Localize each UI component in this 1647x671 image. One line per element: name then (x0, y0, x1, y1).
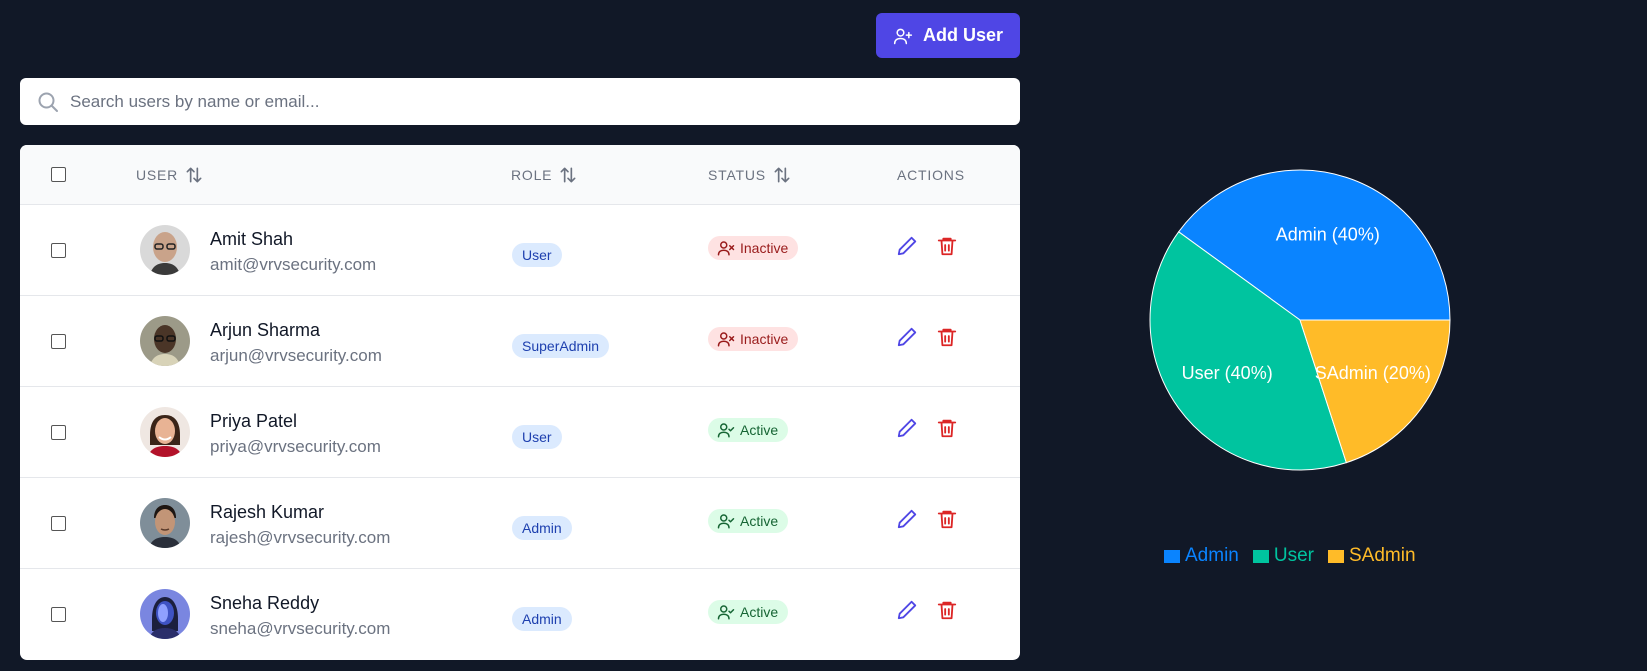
edit-icon[interactable] (896, 326, 918, 348)
user-email: arjun@vrvsecurity.com (210, 346, 382, 365)
user-check-icon (717, 605, 735, 620)
status-badge: Active (708, 418, 789, 442)
trash-icon[interactable] (936, 508, 958, 530)
row-checkbox[interactable] (51, 425, 66, 440)
row-checkbox[interactable] (51, 334, 66, 349)
table-row: Sneha Reddy sneha@vrvsecurity.com Admin … (20, 569, 1020, 660)
status-label: Inactive (740, 240, 789, 256)
legend-swatch (1164, 549, 1180, 563)
role-badge: Admin (512, 516, 572, 540)
add-user-label: Add User (922, 25, 1003, 45)
edit-icon[interactable] (896, 417, 918, 439)
row-checkbox[interactable] (51, 243, 66, 258)
edit-icon[interactable] (896, 599, 918, 621)
table-row: Rajesh Kumar rajesh@vrvsecurity.com Admi… (20, 478, 1020, 569)
row-checkbox[interactable] (51, 607, 66, 622)
sort-by-user[interactable]: USER (136, 145, 204, 205)
user-name: Rajesh Kumar (210, 502, 325, 522)
row-checkbox[interactable] (51, 516, 66, 531)
avatar (140, 225, 190, 275)
sort-by-status[interactable]: STATUS (708, 145, 792, 205)
user-name: Priya Patel (210, 411, 298, 431)
user-check-icon (717, 514, 735, 529)
user-management-page: Add User USER ROLE STATUS ACTIONS (0, 0, 1647, 671)
avatar (140, 316, 190, 366)
role-badge: User (512, 425, 562, 449)
table-header: USER ROLE STATUS ACTIONS (20, 145, 1020, 205)
status-badge: Inactive (708, 236, 799, 260)
header-status-label: STATUS (708, 167, 766, 183)
status-badge: Inactive (708, 327, 799, 351)
avatar (140, 407, 190, 457)
user-x-icon (717, 241, 735, 256)
trash-icon[interactable] (936, 326, 958, 348)
legend-label: Admin (1185, 545, 1239, 566)
table-row: Arjun Sharma arjun@vrvsecurity.com Super… (20, 296, 1020, 387)
user-x-icon (717, 332, 735, 347)
trash-icon[interactable] (936, 599, 958, 621)
edit-icon[interactable] (896, 235, 918, 257)
legend-label: User (1273, 545, 1314, 566)
search-input[interactable] (70, 91, 970, 112)
search-bar (20, 78, 1020, 125)
pie-label-admin: Admin (40%) (1276, 224, 1380, 244)
table-row: Priya Patel priya@vrvsecurity.com User A… (20, 387, 1020, 478)
sort-icon (560, 167, 576, 183)
sort-icon (774, 167, 790, 183)
user-name: Sneha Reddy (210, 593, 320, 613)
chart-legend: Admin User SAdmin (1164, 545, 1416, 567)
user-email: priya@vrvsecurity.com (210, 437, 381, 456)
user-name: Amit Shah (210, 229, 294, 249)
pie-label-user: User (40%) (1182, 363, 1273, 383)
role-badge: User (512, 243, 562, 267)
trash-icon[interactable] (936, 235, 958, 257)
header-actions-label: ACTIONS (897, 167, 965, 183)
trash-icon[interactable] (936, 417, 958, 439)
role-badge: SuperAdmin (512, 334, 610, 358)
role-pie-chart: Admin (40%) User (40%) SAdmin (20%) (1149, 169, 1451, 471)
status-label: Active (740, 422, 779, 438)
sort-by-role[interactable]: ROLE (511, 145, 578, 205)
search-icon (38, 92, 58, 112)
role-badge: Admin (512, 607, 572, 631)
sort-icon (186, 167, 202, 183)
status-badge: Active (708, 600, 789, 624)
edit-icon[interactable] (896, 508, 918, 530)
legend-swatch (1252, 549, 1269, 563)
status-label: Active (740, 513, 779, 529)
add-user-button[interactable]: Add User (876, 13, 1020, 58)
status-badge: Active (708, 509, 789, 533)
avatar (140, 589, 190, 639)
header-role-label: ROLE (511, 167, 553, 183)
table-row: Amit Shah amit@vrvsecurity.com User Inac… (20, 205, 1020, 296)
user-name: Arjun Sharma (210, 320, 321, 340)
select-all-checkbox[interactable] (51, 167, 66, 182)
avatar (140, 498, 190, 548)
legend-label: SAdmin (1348, 545, 1416, 566)
user-plus-icon (893, 28, 913, 44)
header-actions: ACTIONS (897, 145, 965, 205)
status-label: Active (740, 604, 779, 620)
user-email: amit@vrvsecurity.com (210, 255, 377, 274)
status-label: Inactive (740, 331, 789, 347)
users-table: USER ROLE STATUS ACTIONS Amit Shah amit@… (20, 145, 1020, 660)
user-email: sneha@vrvsecurity.com (210, 619, 391, 638)
legend-item-sadmin[interactable]: SAdmin (1327, 545, 1416, 567)
pie-label-sadmin: SAdmin (20%) (1315, 363, 1431, 383)
legend-swatch (1327, 549, 1344, 563)
user-email: rajesh@vrvsecurity.com (210, 528, 391, 547)
legend-item-admin[interactable]: Admin (1164, 545, 1239, 567)
user-check-icon (717, 423, 735, 438)
header-user-label: USER (136, 167, 179, 183)
legend-item-user[interactable]: User (1252, 545, 1314, 567)
